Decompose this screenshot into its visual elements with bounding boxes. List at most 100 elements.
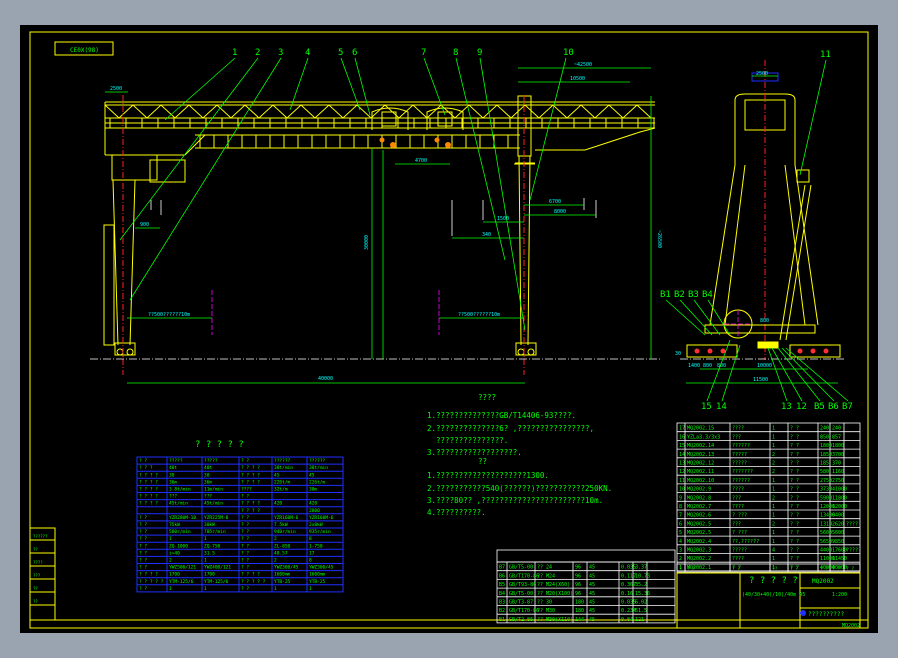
table-cell: 1 xyxy=(772,443,775,449)
table-cell: 8 xyxy=(309,536,312,542)
table-cell: 1700 xyxy=(169,572,180,578)
table-cell: ? ? ? ? ? xyxy=(241,579,266,585)
table-cell: YTB-25 xyxy=(309,579,326,585)
table-cell: 2 xyxy=(169,558,172,564)
table-cell: ? ? xyxy=(139,565,147,571)
cad-drawing-canvas[interactable]: CE0X(98) ??????????????????? 2500 4700 ~… xyxy=(0,0,898,658)
table-cell: B3 xyxy=(499,600,505,606)
table-cell: ? ??? xyxy=(732,530,747,536)
table-cell: ????? xyxy=(169,458,183,464)
table-cell: 17 xyxy=(309,550,315,556)
table-cell: ????? xyxy=(732,548,747,554)
table-cell: 1 xyxy=(169,536,172,542)
table-cell: 45 xyxy=(274,472,280,478)
dim-side-top: 2500 xyxy=(756,71,768,77)
strip-label: ??? xyxy=(33,573,41,578)
leader-number: B3 xyxy=(688,290,699,300)
table-cell: 38t/min xyxy=(309,465,328,471)
table-cell: ? ? xyxy=(139,458,147,464)
table-cell: 6.02 xyxy=(635,600,647,606)
table-cell: 2 xyxy=(772,495,775,501)
table-cell: 45t/min xyxy=(204,501,223,507)
table-cell: 1 xyxy=(772,434,775,440)
dim-overall-length: ~42500 xyxy=(574,62,592,68)
table-cell: YWZ500/121 xyxy=(169,565,196,571)
table-cell: ? ? ? ? xyxy=(139,501,158,507)
table-cell: ?????? xyxy=(309,458,326,464)
table-cell: 45 xyxy=(589,565,595,571)
table-cell: ?? M30 xyxy=(537,608,555,614)
dim-side-wheel-c: 800 xyxy=(717,363,726,369)
table-cell: ????? xyxy=(732,452,747,458)
table-cell: ? ? ? xyxy=(139,465,153,471)
table-cell: 3700 xyxy=(832,452,844,458)
table-cell: 17600 xyxy=(832,548,847,554)
table-cell: 14 xyxy=(679,452,685,458)
table-cell: 12 xyxy=(679,469,685,475)
leader-number: B4 xyxy=(702,290,713,300)
dim-lower: 340 xyxy=(482,232,491,238)
table-cell: 1800 xyxy=(820,443,832,449)
table-cell: 9850 xyxy=(832,539,844,545)
leader-number: B7 xyxy=(842,402,853,412)
table-cell: ??,?????? xyxy=(732,539,759,545)
table-cell: 1160 xyxy=(832,469,844,475)
table-cell: YTM-125/6 xyxy=(204,579,229,585)
dim-limit-left: ??500??????10m xyxy=(148,312,190,318)
table-cell: 45 xyxy=(589,573,595,579)
table-cell: 0.234 xyxy=(621,608,636,614)
table-cell: YZR160M-6 xyxy=(274,515,299,521)
table-cell: 10.73 xyxy=(635,573,650,579)
table-cell: MQ2002.4 xyxy=(687,539,711,545)
table-cell: MQ2002.9 xyxy=(687,487,711,493)
table-cell: 96 xyxy=(575,565,581,571)
leader-number: B6 xyxy=(828,402,839,412)
table-cell: 940r/min xyxy=(274,529,296,535)
dim-lift-detail: 1500 xyxy=(497,216,509,222)
table-cell: ? ? xyxy=(241,550,249,556)
table-cell: ? ? ? ? xyxy=(241,508,260,514)
table-cell: 2 xyxy=(772,469,775,475)
table-cell: 180 xyxy=(575,608,584,614)
table-cell: ????? xyxy=(732,461,747,467)
table-cell: GB/T93-86 xyxy=(509,582,536,588)
dim-hook-spacing: 4700 xyxy=(415,158,427,164)
table-cell: ? ? xyxy=(790,539,799,545)
table-cell: 1 xyxy=(772,556,775,562)
table-cell: 13 xyxy=(679,461,685,467)
table-cell: ???? xyxy=(732,556,744,562)
table-cell: YZR160M-6 xyxy=(309,515,334,521)
table-cell: YZR225M-8 xyxy=(204,515,229,521)
leader-number: 11 xyxy=(820,50,831,60)
table-cell: GB/T2-86 xyxy=(509,617,533,623)
table-cell: 1 xyxy=(204,558,207,564)
table-cell: ? ? ? ? xyxy=(139,472,158,478)
table-cell: 2750 xyxy=(820,478,832,484)
table-cell: 1 xyxy=(169,586,172,592)
note-item: 3.??????????????????. xyxy=(427,448,522,457)
table-cell: 0.117 xyxy=(621,573,636,579)
table-cell: 4 xyxy=(679,539,682,545)
leader-number: 6 xyxy=(352,48,357,58)
table-cell: 705r/min xyxy=(204,529,226,535)
table-cell: 1700 xyxy=(204,572,215,578)
table-cell: 11 xyxy=(679,478,685,484)
table-cell: 121 xyxy=(635,617,644,623)
table-cell: 2 xyxy=(772,452,775,458)
table-cell: ? ? ? ? xyxy=(241,479,260,485)
table-cell: MQ2002.7 xyxy=(687,504,711,510)
table-cell: MQ2002.10 xyxy=(687,478,714,484)
table-cell: ? ? xyxy=(790,426,799,432)
table-cell: ? ? xyxy=(790,530,799,536)
table-cell: MQ2002.13 xyxy=(687,452,714,458)
table-cell: 30 xyxy=(169,472,175,478)
table-cell: 6 xyxy=(679,521,682,527)
table-cell: ? ? xyxy=(790,521,799,527)
note-item: 1.??????????????GB/T14406-93????. xyxy=(427,411,576,420)
table-cell: ? ? xyxy=(139,558,147,564)
dim-left-small: 900 xyxy=(140,222,149,228)
table-cell: 0.16 xyxy=(621,591,633,597)
table-cell: ? ? xyxy=(790,566,798,572)
leader-number: 8 xyxy=(453,48,458,58)
note-item: ???????????????. xyxy=(427,436,508,445)
